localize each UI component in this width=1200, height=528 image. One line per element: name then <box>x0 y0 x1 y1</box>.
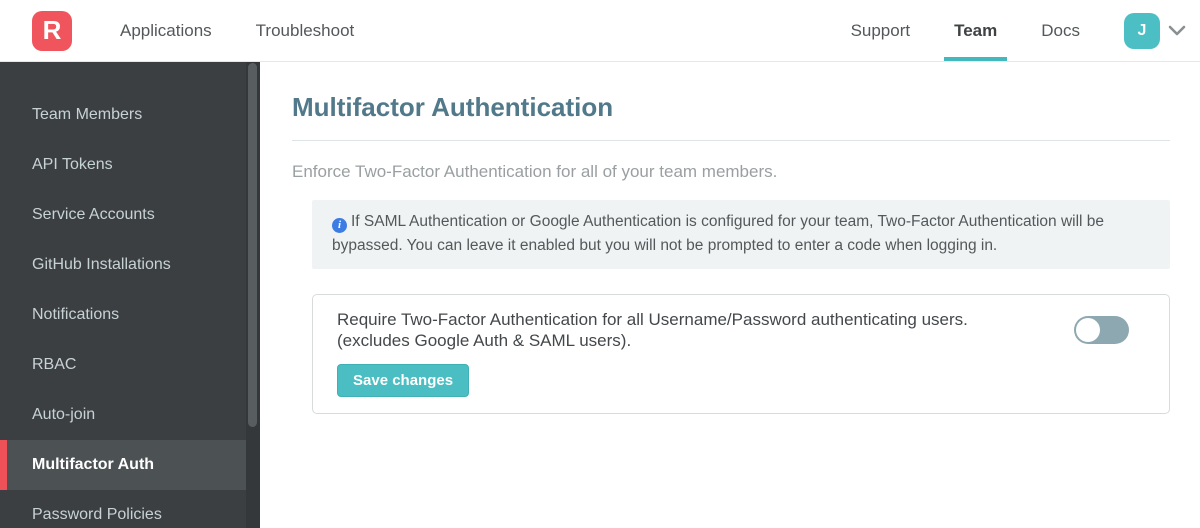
sidebar-item-password-policies[interactable]: Password Policies <box>0 490 260 528</box>
setting-description: Require Two-Factor Authentication for al… <box>337 309 968 351</box>
info-alert: i If SAML Authentication or Google Authen… <box>312 200 1170 270</box>
top-nav-bar: R Applications Troubleshoot Support Team… <box>0 0 1200 62</box>
sidebar-item-github-installations[interactable]: GitHub Installations <box>0 240 260 290</box>
sidebar-item-rbac[interactable]: RBAC <box>0 340 260 390</box>
nav-applications[interactable]: Applications <box>110 0 222 61</box>
nav-docs[interactable]: Docs <box>1031 0 1090 61</box>
nav-troubleshoot[interactable]: Troubleshoot <box>246 0 365 61</box>
logo-letter: R <box>42 15 62 45</box>
setting-description-line1: Require Two-Factor Authentication for al… <box>337 310 968 330</box>
rollbar-logo[interactable]: R <box>32 10 72 51</box>
sidebar-item-multifactor-auth[interactable]: Multifactor Auth <box>0 440 260 490</box>
sidebar-item-api-tokens[interactable]: API Tokens <box>0 140 260 190</box>
sidebar-scrollbar-thumb[interactable] <box>248 63 257 427</box>
main-content: Multifactor Authentication Enforce Two-F… <box>260 62 1200 528</box>
page-title: Multifactor Authentication <box>292 92 614 122</box>
nav-support[interactable]: Support <box>841 0 921 61</box>
sidebar-item-service-accounts[interactable]: Service Accounts <box>0 190 260 240</box>
mfa-toggle-switch[interactable] <box>1074 316 1129 345</box>
secondary-nav: Support Team Docs J <box>829 0 1186 61</box>
toggle-knob[interactable] <box>1076 318 1100 343</box>
app-window: R Applications Troubleshoot Support Team… <box>0 0 1200 528</box>
sidebar-menu: Team Members API Tokens Service Accounts… <box>0 62 260 528</box>
sidebar-scrollbar-track[interactable] <box>246 62 260 528</box>
sidebar-item-auto-join[interactable]: Auto-join <box>0 390 260 440</box>
title-divider <box>292 140 1170 141</box>
nav-team[interactable]: Team <box>944 0 1008 61</box>
save-changes-button[interactable]: Save changes <box>337 364 470 398</box>
content-row: Team Members API Tokens Service Accounts… <box>0 62 1200 528</box>
sidebar-item-notifications[interactable]: Notifications <box>0 290 260 340</box>
chevron-down-icon[interactable] <box>1168 25 1186 36</box>
avatar-initial: J <box>1137 21 1147 39</box>
setting-row: Require Two-Factor Authentication for al… <box>337 309 1145 351</box>
sidebar: Team Members API Tokens Service Accounts… <box>0 62 260 528</box>
primary-nav: Applications Troubleshoot <box>98 0 376 61</box>
info-alert-text: If SAML Authentication or Google Authent… <box>332 213 1105 255</box>
sidebar-item-team-members[interactable]: Team Members <box>0 90 260 140</box>
avatar[interactable]: J <box>1124 12 1160 49</box>
page-subtitle: Enforce Two-Factor Authentication for al… <box>292 162 778 181</box>
mfa-setting-card: Require Two-Factor Authentication for al… <box>312 294 1170 415</box>
info-icon: i <box>332 218 347 233</box>
setting-description-line2: (excludes Google Auth & SAML users). <box>337 331 632 351</box>
